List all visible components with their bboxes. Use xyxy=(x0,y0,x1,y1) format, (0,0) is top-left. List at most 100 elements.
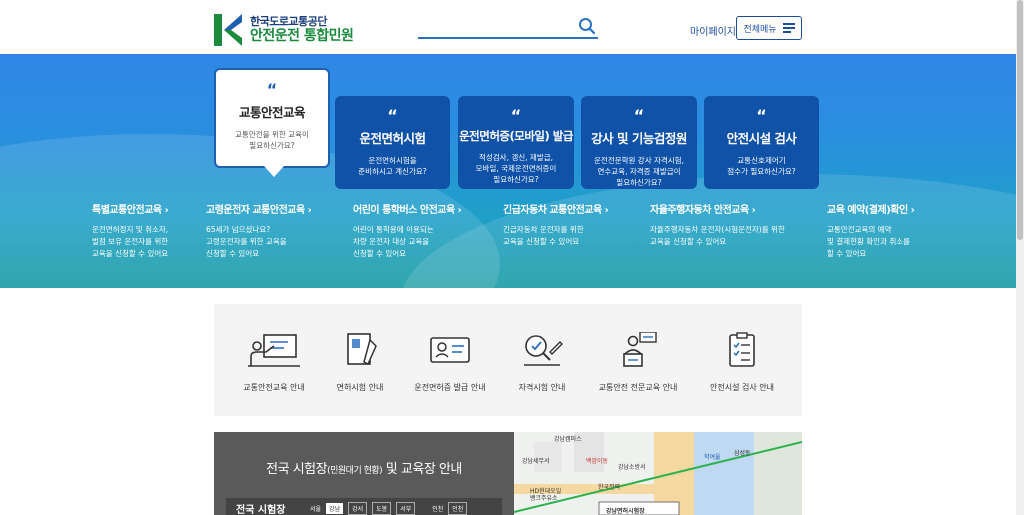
quote-icon: “ xyxy=(633,106,645,125)
chevron-right-icon: › xyxy=(457,205,462,216)
link-desc: 신청할 수 있어요 xyxy=(206,249,260,258)
card-title: 운전면허증(모바일) 발급 xyxy=(459,129,573,143)
all-menu-label: 전체메뉴 xyxy=(743,24,777,35)
map-label: 강남면허시험장 xyxy=(606,508,645,515)
quick-item-label: 교통안전 전문교육 안내 xyxy=(598,383,678,392)
link-title: 고령운전자 교통안전교육 xyxy=(206,205,305,216)
card-title: 강사 및 기능검정원 xyxy=(591,131,687,146)
quick-item-license-issue[interactable]: 운전면허증 발급 안내 xyxy=(400,332,500,393)
card-desc: 점수가 필요하신가요? xyxy=(727,167,796,176)
map-label: 삼성동 xyxy=(734,450,751,457)
link-title: 교육 예약(결제)확인 xyxy=(827,205,908,216)
link-title: 어린이 통학버스 안전교육 xyxy=(353,205,455,216)
scrollbar-thumb[interactable] xyxy=(1017,0,1023,240)
link-desc: 운전면허정지 및 취소자, xyxy=(92,225,169,234)
search-input[interactable] xyxy=(418,19,568,39)
link-elderly-education[interactable]: 고령운전자 교통안전교육 › 65세가 넘으셨나요? 고령운전자를 위한 교육을신… xyxy=(206,201,312,260)
chevron-right-icon: › xyxy=(751,205,756,216)
card-title: 교통안전교육 xyxy=(238,105,306,120)
link-desc: 65세가 넘으셨나요? xyxy=(206,225,271,234)
region-tab[interactable]: 서부 xyxy=(396,501,416,515)
page-scrollbar[interactable] xyxy=(1016,0,1024,515)
card-title: 운전면허시험 xyxy=(359,131,426,146)
hamburger-icon xyxy=(782,23,795,33)
link-desc: 차량 운전자 대상 교육을 xyxy=(353,237,430,246)
quick-item-label: 교통안전교육 안내 xyxy=(243,383,305,392)
link-desc: 교육을 신청할 수 있어요 xyxy=(503,237,580,246)
exam-region-row: 전국 시험장 서울 강남 강서 도봉 서부 인천 인천 xyxy=(226,498,502,515)
region-tab[interactable]: 인천 xyxy=(432,504,443,513)
link-desc: 고령운전자를 위한 교육을 xyxy=(206,237,287,246)
card-license-issue[interactable]: “ 운전면허증(모바일) 발급 적성검사, 갱신, 재발급, 모바일, 국제운전면… xyxy=(458,96,574,189)
card-desc: 준비하시고 계신가요? xyxy=(358,167,427,176)
map-label: 강남세무서 xyxy=(522,458,550,465)
quick-item-label: 안전시설 검사 안내 xyxy=(710,383,774,392)
quick-item-license-exam[interactable]: 면허시험 안내 xyxy=(310,332,410,393)
id-card-icon xyxy=(430,337,470,363)
chevron-right-icon: › xyxy=(307,205,312,216)
card-desc: 운전전문학원 강사 자격시험, xyxy=(594,156,684,165)
exam-row-label: 전국 시험장 xyxy=(236,504,286,515)
card-desc: 적성검사, 갱신, 재발급, xyxy=(478,153,554,162)
logo-org-name: 한국도로교통공단 xyxy=(250,15,327,28)
region-tab[interactable]: 강서 xyxy=(348,501,368,515)
region-tab[interactable]: 강남 xyxy=(326,502,344,514)
quick-item-facility-inspection[interactable]: 안전시설 검사 안내 xyxy=(692,332,792,393)
card-desc: 필요하신가요? xyxy=(616,178,662,187)
link-desc: 교통안전교육의 예약 xyxy=(827,225,892,234)
map-view[interactable]: 강남캠퍼스 강남면허시험장 강남소방서 백암이동 HD현대오일 뱅크주유소 학여… xyxy=(514,432,802,515)
chevron-right-icon: › xyxy=(604,205,609,216)
exam-center-title: 전국 시험장(민원대기 현황) 및 교육장 안내 xyxy=(266,462,462,477)
logo-service-name: 안전운전 통합민원 xyxy=(250,28,354,44)
link-special-education[interactable]: 특별교통안전교육 › 운전면허정지 및 취소자, 벌점 보유 운전자를 위한 교육을… xyxy=(92,201,169,260)
link-autonomous-vehicle-education[interactable]: 자율주행자동차 안전교육 › 자율주행자동차 운전자(시험운전자)를 위한교육을… xyxy=(650,201,785,248)
chevron-right-icon: › xyxy=(164,205,169,216)
map-label: 강남소방서 xyxy=(618,464,646,471)
checklist-icon xyxy=(729,332,755,367)
map-label: 강남캠퍼스 xyxy=(554,436,582,443)
card-desc: 필요하신가요? xyxy=(493,175,539,184)
link-reservation-check[interactable]: 교육 예약(결제)확인 › 교통안전교육의 예약 및 결제현황 확인과 취소를 할 … xyxy=(827,201,915,260)
card-title: 안전시설 검사 xyxy=(726,131,797,146)
link-desc: 교육을 신청할 수 있어요 xyxy=(650,237,727,246)
card-safety-facility[interactable]: “ 안전시설 검사 교통신호제어기점수가 필요하신가요? xyxy=(704,96,819,189)
mypage-link[interactable]: 마이페이지 xyxy=(690,23,736,38)
quick-item-qualification-exam[interactable]: 자격시험 안내 xyxy=(492,332,592,393)
region-tab[interactable]: 서울 xyxy=(310,504,321,513)
link-desc: 어린이 통학용에 이용되는 xyxy=(353,225,434,234)
map-label: 한국전력 xyxy=(598,484,621,491)
link-desc: 자율주행자동차 운전자(시험운전자)를 위한 xyxy=(650,225,785,234)
region-tab[interactable]: 도봉 xyxy=(372,501,392,515)
exam-center-panel: 전국 시험장(민원대기 현황) 및 교육장 안내 전국 시험장 서울 강남 강서… xyxy=(214,432,514,515)
map-graphic xyxy=(514,432,802,515)
quick-item-label: 면허시험 안내 xyxy=(336,383,384,392)
card-desc: 교통신호제어기 xyxy=(737,156,786,165)
license-book-icon xyxy=(347,333,377,366)
link-desc: 할 수 있어요 xyxy=(827,249,867,258)
quick-item-expert-education[interactable]: 교통안전 전문교육 안내 xyxy=(588,332,688,393)
quick-item-label: 자격시험 안내 xyxy=(518,383,566,392)
lecturer-icon xyxy=(623,332,657,367)
card-traffic-safety-education[interactable]: “ 교통안전교육 교통안전을 위한 교육이 필요하신가요? xyxy=(214,68,330,177)
region-tab[interactable]: 인천 xyxy=(448,501,468,515)
site-logo[interactable]: 한국도로교통공단 안전운전 통합민원 xyxy=(214,14,354,46)
quick-item-label: 운전면허증 발급 안내 xyxy=(414,383,486,392)
link-title: 자율주행자동차 안전교육 xyxy=(650,205,749,216)
chevron-right-icon: › xyxy=(910,205,915,216)
koroad-logo-icon xyxy=(214,14,244,46)
link-school-bus-education[interactable]: 어린이 통학버스 안전교육 › 어린이 통학용에 이용되는차량 운전자 대상 교… xyxy=(353,201,462,260)
card-instructor[interactable]: “ 강사 및 기능검정원 운전전문학원 강사 자격시험, 연수교육, 자격증 재발… xyxy=(581,96,697,189)
link-emergency-vehicle-education[interactable]: 긴급자동차 교통안전교육 › 긴급자동차 운전자를 위한 교육을 신청할 수 있어… xyxy=(503,201,609,248)
quick-item-traffic-education[interactable]: 교통안전교육 안내 xyxy=(224,332,324,393)
card-license-exam[interactable]: “ 운전면허시험 운전면허시험을 준비하시고 계신가요? xyxy=(335,96,450,189)
quote-icon: “ xyxy=(510,106,522,125)
quote-icon: “ xyxy=(756,106,767,125)
all-menu-button[interactable]: 전체메뉴 xyxy=(736,16,802,40)
search-box xyxy=(418,17,598,39)
card-desc: 모바일, 국제운전면허증이 xyxy=(475,164,557,173)
map-label: 학여울 xyxy=(704,454,721,461)
card-desc: 연수교육, 자격증 재발급이 xyxy=(597,167,681,176)
link-desc: 긴급자동차 운전자를 위한 xyxy=(503,225,584,234)
link-desc: 교육을 신청할 수 있어요 xyxy=(92,249,169,258)
search-icon[interactable] xyxy=(578,17,596,35)
